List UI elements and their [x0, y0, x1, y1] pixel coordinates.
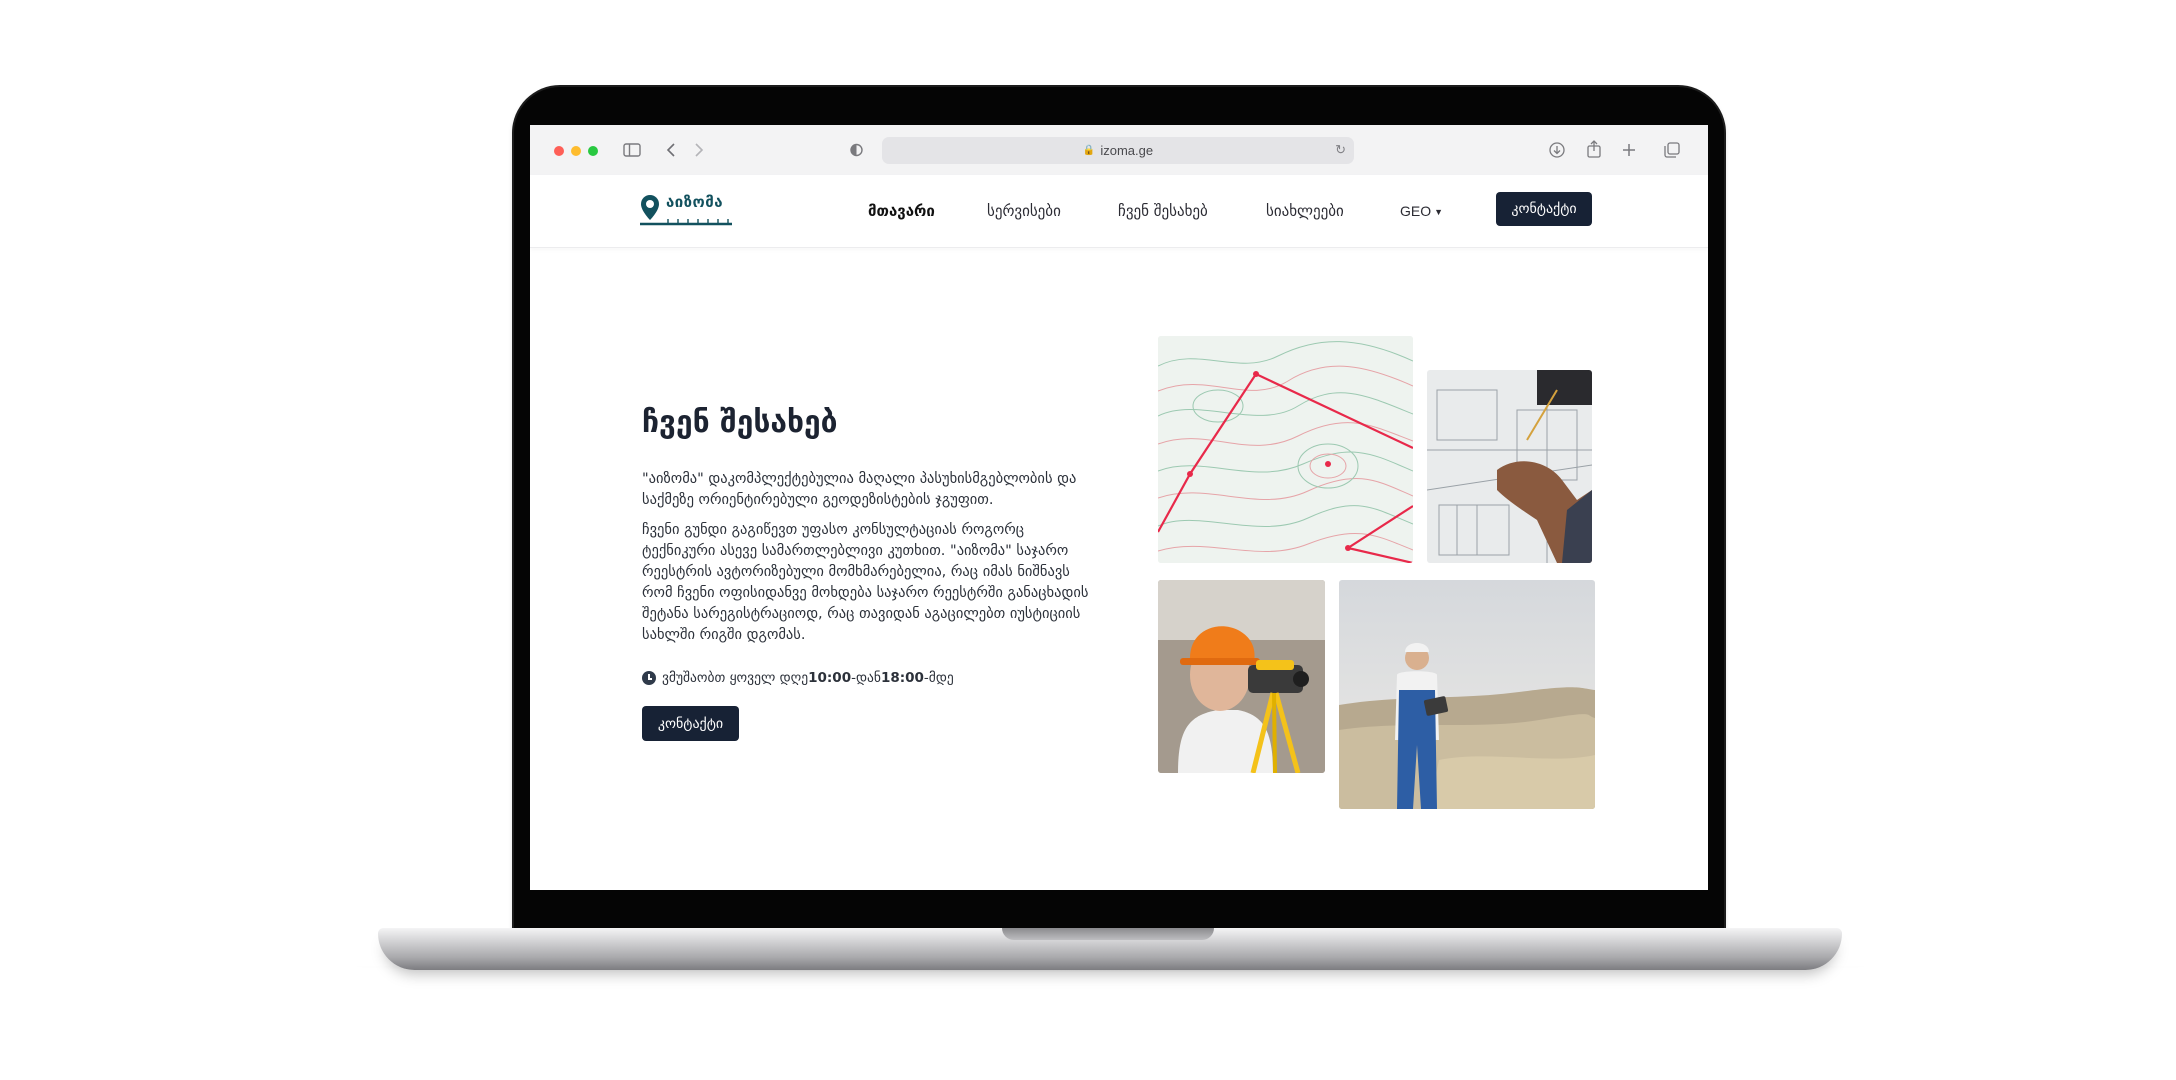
about-contact-button[interactable]: კონტაქტი [642, 706, 739, 741]
hours-to: 18:00 [880, 670, 924, 686]
logo-text: აიზომა [666, 193, 724, 211]
site-header: აიზომა მთავარი სერვისები ჩვენ შესახებ სი… [530, 175, 1708, 248]
new-tab-icon[interactable] [1622, 143, 1636, 157]
laptop-screen: 🔒 izoma.ge ↻ აიზომა მთავარი სერვისები ჩვ… [530, 125, 1708, 890]
forward-icon[interactable] [694, 143, 704, 157]
url-text: izoma.ge [1100, 143, 1154, 158]
caret-down-icon: ▼ [1434, 207, 1444, 217]
blueprint-hands-image [1427, 370, 1592, 563]
hours-prefix: ვმუშაობთ ყოველ დღე [662, 670, 809, 686]
hours-from: 10:00 [808, 670, 852, 686]
engineer-with-tablet-image [1339, 580, 1595, 809]
minimize-window-button[interactable] [571, 146, 581, 156]
hours-suffix: -მდე [923, 670, 954, 686]
shield-icon[interactable] [850, 143, 863, 157]
sidebar-icon[interactable] [623, 143, 641, 157]
working-hours: ვმუშაობთ ყოველ დღე 10:00 -დან 18:00 -მდე [642, 670, 954, 686]
share-icon[interactable] [1587, 140, 1601, 158]
language-label: GEO [1400, 203, 1432, 219]
close-window-button[interactable] [554, 146, 564, 156]
maximize-window-button[interactable] [588, 146, 598, 156]
topographic-map-image [1158, 336, 1413, 563]
hours-mid: -დან [851, 670, 881, 686]
page-title: ჩვენ შესახებ [642, 405, 838, 440]
download-icon[interactable] [1549, 142, 1565, 158]
browser-toolbar: 🔒 izoma.ge ↻ [530, 125, 1708, 176]
nav-item-home[interactable]: მთავარი [868, 202, 935, 220]
about-paragraph-2: ჩვენი გუნდი გაგიწევთ უფასო კონსულტაციას … [642, 522, 1089, 643]
address-bar[interactable]: 🔒 izoma.ge ↻ [882, 137, 1354, 164]
lock-icon: 🔒 [1082, 145, 1096, 156]
tabs-icon[interactable] [1664, 142, 1680, 158]
back-icon[interactable] [666, 143, 676, 157]
reload-icon[interactable]: ↻ [1335, 142, 1346, 158]
nav-item-services[interactable]: სერვისები [987, 202, 1061, 220]
clock-icon [642, 671, 656, 685]
laptop-notch [1002, 928, 1214, 940]
nav-item-news[interactable]: სიახლეები [1266, 202, 1344, 220]
engineer-with-level-image [1158, 580, 1325, 773]
nav-item-about[interactable]: ჩვენ შესახებ [1118, 202, 1208, 220]
about-paragraph-1: "აიზომა" დაკომპლექტებულია მაღალი პასუხის… [642, 471, 1077, 508]
site-logo[interactable]: აიზომა [638, 192, 734, 230]
language-dropdown[interactable]: GEO ▼ [1400, 203, 1443, 219]
header-contact-button[interactable]: კონტაქტი [1496, 192, 1592, 226]
